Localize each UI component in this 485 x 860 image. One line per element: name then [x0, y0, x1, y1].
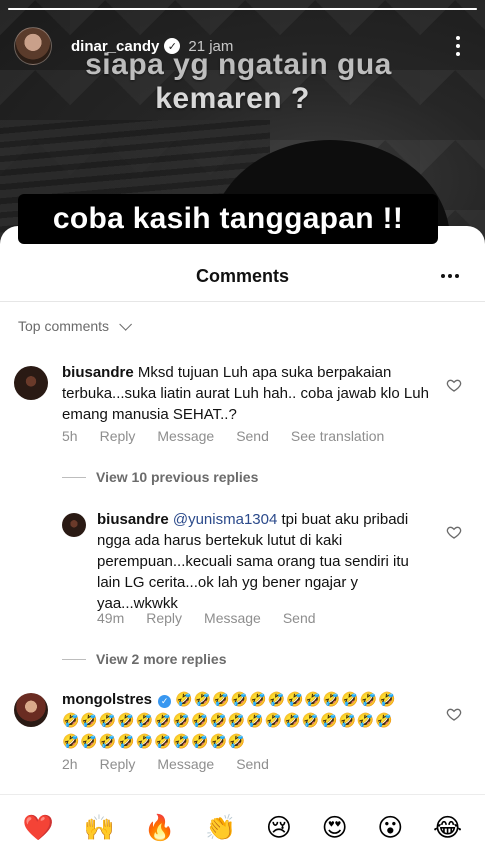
send-button[interactable]: Send — [236, 428, 269, 444]
message-button[interactable]: Message — [157, 428, 214, 444]
more-horizontal-icon[interactable] — [441, 274, 459, 278]
comment-username[interactable]: mongolstres — [62, 691, 152, 708]
heart-outline-icon[interactable] — [446, 706, 462, 722]
send-button[interactable]: Send — [236, 756, 269, 772]
sort-label: Top comments — [18, 318, 110, 334]
see-translation-button[interactable]: See translation — [291, 428, 384, 444]
comment-text: mongolstres ✓ 🤣🤣🤣🤣🤣🤣🤣🤣🤣🤣🤣🤣🤣🤣🤣🤣🤣🤣🤣🤣🤣🤣🤣🤣🤣🤣… — [62, 689, 407, 752]
comment-meta: 5h Reply Message Send See translation — [62, 428, 406, 444]
reaction-fire[interactable]: 🔥 — [144, 813, 175, 843]
reaction-bar: ❤️ 🙌 🔥 👏 😢 😍 😮 😂 — [0, 794, 485, 860]
reply-text: biusandre @yunisma1304 tpi buat aku prib… — [97, 509, 427, 614]
reply-mention[interactable]: @yunisma1304 — [173, 511, 277, 528]
story-sticker: coba kasih tanggapan !! — [18, 194, 438, 244]
heart-outline-icon[interactable] — [446, 524, 462, 540]
chevron-down-icon — [119, 317, 133, 331]
story-time: 21 jam — [188, 37, 234, 55]
view-replies-label: View 10 previous replies — [96, 469, 259, 485]
comment-meta: 2h Reply Message Send — [62, 756, 291, 772]
comment-time: 5h — [62, 428, 78, 444]
comment-text: biusandre Mksd tujuan Luh apa suka berpa… — [62, 362, 432, 425]
verified-badge-icon: ✓ — [158, 695, 172, 708]
reaction-clap[interactable]: 👏 — [205, 813, 236, 843]
divider — [62, 658, 86, 660]
verified-badge-icon: ✓ — [164, 38, 181, 54]
story-text-line2: kemaren ? — [155, 82, 310, 115]
sheet-title: Comments — [195, 266, 289, 286]
divider — [62, 476, 86, 478]
reply-meta: 49m Reply Message Send — [97, 610, 338, 626]
view-previous-replies[interactable]: View 10 previous replies — [62, 469, 258, 485]
avatar[interactable] — [14, 366, 48, 400]
reply-button[interactable]: Reply — [100, 756, 136, 772]
reaction-raised-hands[interactable]: 🙌 — [84, 813, 115, 843]
story-header: dinar_candy ✓ 21 jam — [14, 26, 474, 66]
reaction-heart-eyes[interactable]: 😍 — [322, 813, 348, 842]
reaction-laughing[interactable]: 😂 — [433, 813, 462, 842]
reaction-heart[interactable]: ❤️ — [23, 813, 54, 843]
reply-username[interactable]: biusandre — [97, 511, 169, 528]
sort-dropdown[interactable]: Top comments — [18, 317, 133, 334]
view-more-replies[interactable]: View 2 more replies — [62, 651, 226, 667]
comment-time: 2h — [62, 756, 78, 772]
heart-outline-icon[interactable] — [446, 377, 462, 393]
send-button[interactable]: Send — [283, 610, 316, 626]
story-progress-fill — [8, 8, 477, 10]
reply-button[interactable]: Reply — [100, 428, 136, 444]
comments-sheet: Comments Top comments biusandre Mksd tuj… — [0, 226, 485, 860]
reply-button[interactable]: Reply — [146, 610, 182, 626]
reply-time: 49m — [97, 610, 125, 626]
avatar[interactable] — [14, 693, 48, 727]
view-replies-label: View 2 more replies — [96, 651, 227, 667]
reaction-crying[interactable]: 😢 — [266, 813, 292, 842]
more-options-icon[interactable] — [456, 34, 460, 58]
story-username[interactable]: dinar_candy — [71, 38, 159, 55]
reaction-surprised[interactable]: 😮 — [377, 813, 403, 842]
comment-username[interactable]: biusandre — [62, 364, 134, 381]
avatar[interactable] — [62, 513, 86, 537]
story-avatar[interactable] — [14, 27, 52, 65]
story-progress-bar — [8, 8, 477, 10]
message-button[interactable]: Message — [157, 756, 214, 772]
message-button[interactable]: Message — [204, 610, 261, 626]
